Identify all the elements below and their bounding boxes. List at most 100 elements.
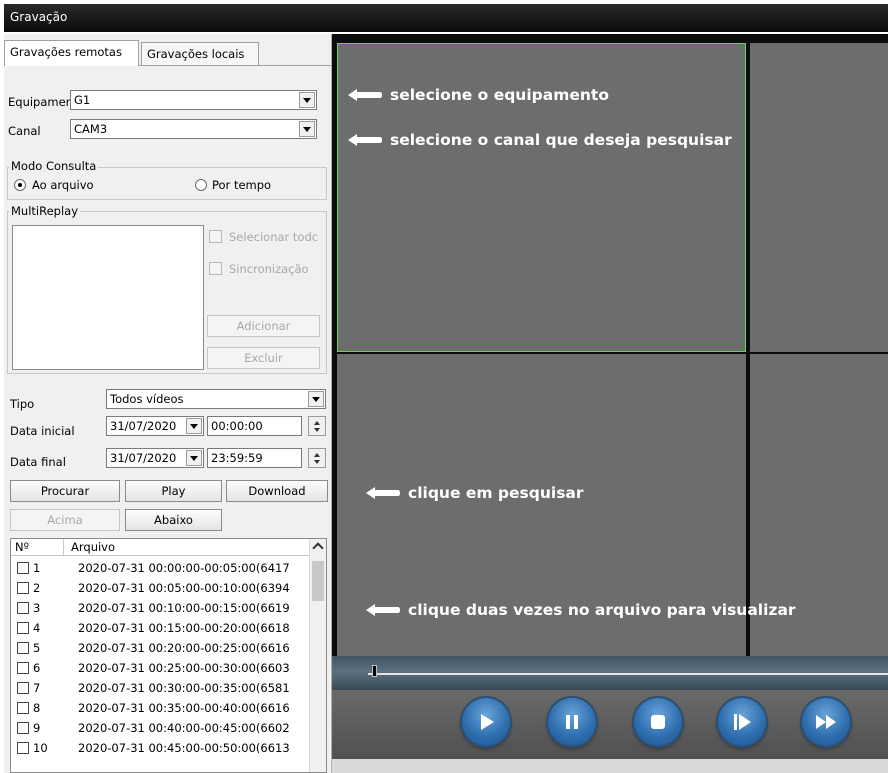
row-checkbox[interactable] [17, 642, 29, 654]
row-checkbox[interactable] [17, 562, 29, 574]
annotation-search: clique em pesquisar [366, 484, 584, 502]
annotation-channel-text: selecione o canal que deseja pesquisar [390, 131, 732, 149]
sync-checkbox[interactable] [209, 262, 222, 275]
tab-remote-recordings[interactable]: Gravações remotas [4, 40, 139, 66]
row-file: 2020-07-31 00:40:00-00:45:00(6602 [78, 721, 290, 735]
multireplay-list[interactable] [12, 225, 204, 370]
start-time-spinner[interactable] [308, 416, 326, 436]
move-up-button[interactable]: Acima [10, 509, 120, 531]
chevron-down-icon [299, 121, 315, 137]
table-row[interactable]: 9 2020-07-31 00:40:00-00:45:00(6602 [11, 719, 309, 738]
spin-down-icon [314, 428, 320, 432]
spin-down-icon [314, 460, 320, 464]
table-row[interactable]: 2 2020-07-31 00:05:00-00:10:00(6394 [11, 579, 309, 598]
annotation-channel: selecione o canal que deseja pesquisar [348, 131, 732, 149]
table-row[interactable]: 5 2020-07-31 00:20:00-00:25:00(6616 [11, 639, 309, 658]
pause-icon [566, 715, 578, 729]
row-number: 10 [33, 741, 48, 755]
end-time-input[interactable]: 23:59:59 [207, 448, 302, 468]
arrow-left-icon [348, 89, 382, 101]
start-date-picker[interactable]: 31/07/2020 [106, 416, 204, 436]
add-button[interactable]: Adicionar [207, 315, 320, 337]
row-number: 4 [33, 621, 41, 635]
table-row[interactable]: 3 2020-07-31 00:10:00-00:15:00(6619 [11, 599, 309, 618]
table-row[interactable]: 7 2020-07-31 00:30:00-00:35:00(6581 [11, 679, 309, 698]
type-select[interactable]: Todos vídeos [106, 389, 326, 409]
title-bar: Gravação [0, 0, 888, 34]
arrow-left-icon [366, 604, 400, 616]
delete-button[interactable]: Excluir [207, 347, 320, 369]
annotation-file: clique duas vezes no arquivo para visual… [366, 601, 796, 619]
file-list-scrollbar[interactable] [309, 539, 326, 772]
scrollbar-thumb[interactable] [312, 561, 324, 601]
row-number: 7 [33, 681, 41, 695]
radio-by-file-label: Ao arquivo [32, 178, 94, 192]
table-row[interactable]: 4 2020-07-31 00:15:00-00:20:00(6618 [11, 619, 309, 638]
row-file: 2020-07-31 00:05:00-00:10:00(6394 [78, 581, 290, 595]
window-title: Gravação [4, 4, 888, 32]
table-row[interactable]: 10 2020-07-31 00:45:00-00:50:00(6613 [11, 739, 309, 758]
table-row[interactable]: 6 2020-07-31 00:25:00-00:30:00(6603 [11, 659, 309, 678]
annotation-file-text: clique duas vezes no arquivo para visual… [408, 601, 796, 619]
row-file: 2020-07-31 00:15:00-00:20:00(6618 [78, 621, 290, 635]
timeline-handle[interactable] [372, 665, 377, 677]
radio-by-file[interactable] [14, 179, 26, 191]
file-list[interactable]: Nº Arquivo 1 2020-07-31 00:00:00-00:05:00… [10, 538, 327, 773]
row-checkbox[interactable] [17, 622, 29, 634]
row-checkbox[interactable] [17, 682, 29, 694]
status-strip [332, 759, 888, 773]
timeline-track[interactable] [368, 673, 888, 675]
row-file: 2020-07-31 00:45:00-00:50:00(6613 [78, 741, 290, 755]
row-checkbox[interactable] [17, 702, 29, 714]
row-number: 2 [33, 581, 41, 595]
download-button[interactable]: Download [226, 480, 328, 502]
recording-window: Gravação Gravações remotas Gravações loc… [0, 0, 888, 773]
select-all-checkbox[interactable] [209, 230, 222, 243]
move-down-button[interactable]: Abaixo [125, 509, 222, 531]
row-checkbox[interactable] [17, 742, 29, 754]
pause-control[interactable] [548, 698, 596, 746]
table-row[interactable]: 8 2020-07-31 00:35:00-00:40:00(6616 [11, 699, 309, 718]
row-checkbox[interactable] [17, 722, 29, 734]
start-date-label: Data inicial [10, 424, 75, 438]
file-list-header: Nº Arquivo [11, 539, 309, 556]
row-checkbox[interactable] [17, 662, 29, 674]
play-icon [481, 714, 494, 730]
row-number: 5 [33, 641, 41, 655]
chevron-down-icon [186, 450, 202, 466]
video-cell-2[interactable] [750, 43, 888, 352]
row-checkbox[interactable] [17, 582, 29, 594]
end-date-picker[interactable]: 31/07/2020 [106, 448, 204, 468]
tab-local-recordings[interactable]: Gravações locais [141, 42, 259, 66]
row-number: 1 [33, 561, 41, 575]
radio-by-time[interactable] [195, 179, 207, 191]
row-number: 6 [33, 661, 41, 675]
chevron-up-icon[interactable] [312, 542, 324, 554]
stop-control[interactable] [634, 698, 682, 746]
sync-label: Sincronização [229, 262, 309, 276]
col-file-header[interactable]: Arquivo [71, 540, 115, 554]
play-button[interactable]: Play [125, 480, 222, 502]
radio-by-time-label: Por tempo [212, 178, 272, 192]
table-row[interactable]: 1 2020-07-31 00:00:00-00:05:00(6417 [11, 559, 309, 578]
device-select[interactable]: G1 [70, 90, 317, 110]
end-time-spinner[interactable] [308, 448, 326, 468]
fast-forward-control[interactable] [802, 698, 850, 746]
end-date-label: Data final [10, 455, 66, 469]
query-mode-title: Modo Consulta [9, 159, 99, 173]
playback-timeline[interactable] [332, 656, 888, 690]
play-control[interactable] [462, 698, 510, 746]
start-time-input[interactable]: 00:00:00 [207, 416, 302, 436]
spin-up-icon [314, 453, 320, 457]
arrow-left-icon [366, 487, 400, 499]
row-number: 9 [33, 721, 41, 735]
row-file: 2020-07-31 00:30:00-00:35:00(6581 [78, 681, 290, 695]
fast-forward-icon [816, 715, 836, 729]
step-forward-control[interactable] [718, 698, 766, 746]
chevron-down-icon [308, 391, 324, 407]
row-file: 2020-07-31 00:25:00-00:30:00(6603 [78, 661, 290, 675]
col-number-header[interactable]: Nº [15, 540, 29, 554]
row-checkbox[interactable] [17, 602, 29, 614]
channel-select[interactable]: CAM3 [70, 119, 317, 139]
search-button[interactable]: Procurar [10, 480, 120, 502]
